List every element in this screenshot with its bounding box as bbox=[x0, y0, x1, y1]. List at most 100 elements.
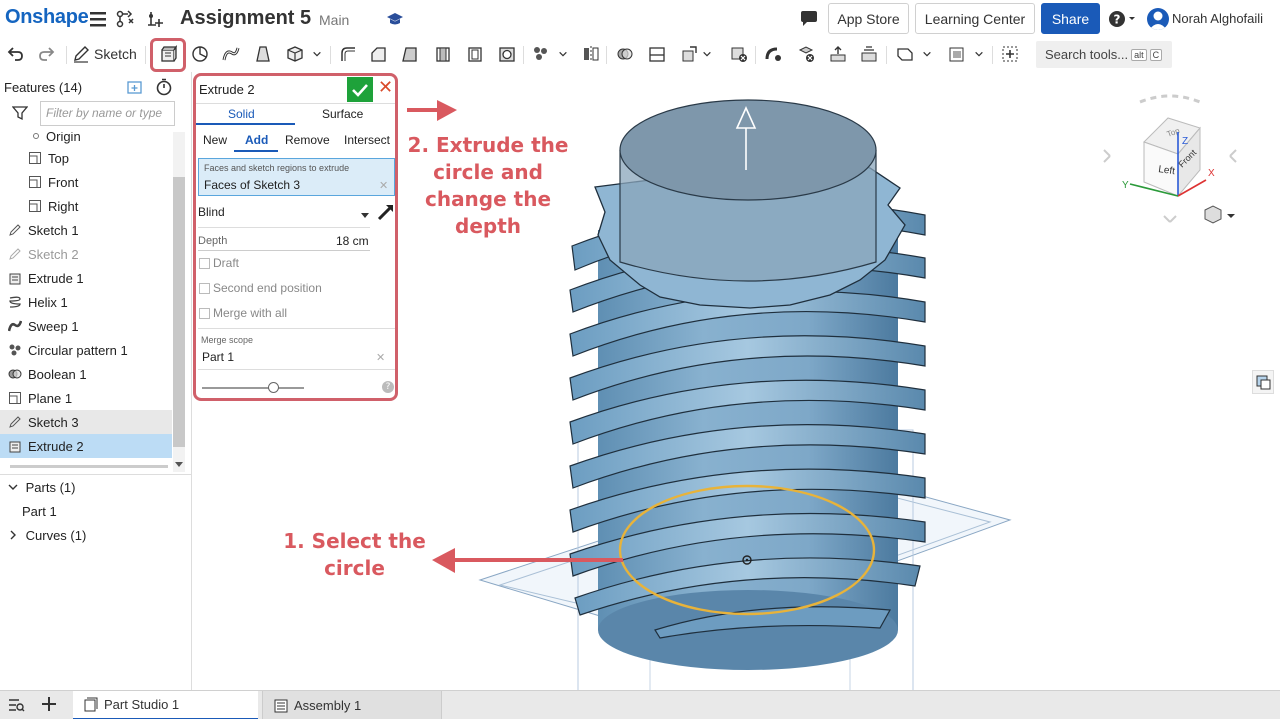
share-button[interactable]: Share bbox=[1041, 3, 1100, 34]
op-add[interactable]: Add bbox=[245, 133, 268, 147]
rib-icon[interactable] bbox=[432, 43, 454, 65]
app-store-button[interactable]: App Store bbox=[828, 3, 909, 34]
replace-face-icon[interactable] bbox=[858, 43, 880, 65]
filter-icon[interactable] bbox=[11, 105, 29, 124]
feature-item-sketch-3[interactable]: Sketch 3 bbox=[0, 410, 172, 434]
tab-solid[interactable]: Solid bbox=[228, 107, 255, 121]
help-icon[interactable]: ? bbox=[1106, 8, 1140, 30]
tab-surface[interactable]: Surface bbox=[322, 107, 363, 121]
add-tab-icon[interactable] bbox=[40, 695, 58, 716]
rollback-timer-icon[interactable] bbox=[155, 78, 173, 96]
transform-icon[interactable] bbox=[678, 43, 700, 65]
rollback-bar[interactable] bbox=[10, 465, 168, 468]
draft-icon[interactable] bbox=[399, 43, 421, 65]
search-tools-input[interactable]: Search tools... alt C bbox=[1036, 41, 1172, 68]
tab-part-studio-1[interactable]: Part Studio 1 bbox=[73, 691, 258, 719]
view-cube[interactable]: Left Front Top Z X Y bbox=[1100, 92, 1240, 262]
bottom-tab-bar: Part Studio 1 Assembly 1 bbox=[0, 690, 1280, 719]
end-type-select[interactable]: Blind bbox=[198, 205, 225, 219]
hole-icon[interactable] bbox=[496, 43, 518, 65]
clear-merge-scope-icon[interactable]: ✕ bbox=[376, 351, 385, 364]
hamburger-menu-icon[interactable] bbox=[88, 8, 110, 30]
flip-direction-icon[interactable] bbox=[376, 202, 396, 225]
feature-item-extrude-1[interactable]: Extrude 1 bbox=[0, 266, 172, 290]
merge-scope-field[interactable]: Merge scope Part 1 ✕ bbox=[198, 328, 395, 370]
feature-item-right[interactable]: Right bbox=[0, 194, 172, 218]
user-name[interactable]: Norah Alghofaili bbox=[1172, 11, 1263, 26]
modify-fillet-icon[interactable] bbox=[763, 43, 785, 65]
depth-field[interactable]: 18 cm bbox=[336, 234, 369, 248]
scroll-down-icon[interactable] bbox=[174, 458, 184, 472]
extrude-icon[interactable] bbox=[157, 43, 179, 65]
feature-item-top[interactable]: Top bbox=[0, 146, 172, 170]
clear-selection-icon[interactable]: ✕ bbox=[379, 179, 388, 192]
dialog-opacity-slider-thumb[interactable] bbox=[268, 382, 280, 393]
close-icon[interactable]: ✕ bbox=[378, 79, 393, 97]
chevron-down-icon[interactable] bbox=[972, 43, 986, 65]
comments-icon[interactable] bbox=[798, 8, 820, 30]
part-item[interactable]: Part 1 bbox=[22, 504, 57, 519]
op-intersect[interactable]: Intersect bbox=[344, 133, 390, 147]
delete-face-icon[interactable] bbox=[795, 43, 817, 65]
sketch-button[interactable]: Sketch bbox=[72, 43, 137, 65]
feature-item-plane-1[interactable]: Plane 1 bbox=[0, 386, 172, 410]
delete-part-icon[interactable] bbox=[728, 43, 750, 65]
sweep-icon[interactable] bbox=[220, 43, 242, 65]
chevron-down-icon[interactable] bbox=[700, 43, 714, 65]
mate-connector-icon[interactable] bbox=[946, 43, 968, 65]
add-custom-feature-icon[interactable] bbox=[999, 43, 1021, 65]
feature-item-sketch-1[interactable]: Sketch 1 bbox=[0, 218, 172, 242]
parts-section[interactable]: Parts (1) bbox=[8, 480, 75, 495]
boolean-icon[interactable] bbox=[614, 43, 636, 65]
chevron-down-icon[interactable] bbox=[556, 43, 570, 65]
op-new[interactable]: New bbox=[203, 133, 227, 147]
fillet-icon[interactable] bbox=[337, 43, 359, 65]
feature-item-sketch-2[interactable]: Sketch 2 bbox=[0, 242, 172, 266]
learning-center-button[interactable]: Learning Center bbox=[915, 3, 1035, 34]
curves-section[interactable]: Curves (1) bbox=[8, 528, 86, 543]
chevron-down-icon[interactable] bbox=[310, 43, 324, 65]
feature-list-scroll-thumb[interactable] bbox=[173, 177, 185, 447]
shell-icon[interactable] bbox=[464, 43, 486, 65]
tab-manager-icon[interactable] bbox=[7, 697, 25, 716]
revolve-icon[interactable] bbox=[189, 43, 211, 65]
insert-icon[interactable] bbox=[145, 8, 167, 30]
redo-icon[interactable] bbox=[36, 43, 58, 65]
thicken-icon[interactable] bbox=[284, 43, 306, 65]
move-face-icon[interactable] bbox=[827, 43, 849, 65]
plane-icon bbox=[28, 199, 42, 213]
faces-selection-field[interactable]: Faces and sketch regions to extrude Face… bbox=[198, 158, 395, 196]
op-remove[interactable]: Remove bbox=[285, 133, 330, 147]
branch-label[interactable]: Main bbox=[319, 12, 349, 28]
user-avatar[interactable] bbox=[1147, 8, 1169, 30]
plane-icon[interactable] bbox=[894, 43, 916, 65]
top-bar: Onshape Assignment 5 Main App Store Lear… bbox=[0, 0, 1280, 38]
onshape-logo[interactable]: Onshape bbox=[5, 6, 89, 29]
chamfer-icon[interactable] bbox=[367, 43, 389, 65]
feature-item-front[interactable]: Front bbox=[0, 170, 172, 194]
merge-all-checkbox[interactable] bbox=[199, 308, 210, 319]
mirror-icon[interactable] bbox=[580, 43, 602, 65]
pattern-icon[interactable] bbox=[530, 43, 552, 65]
feature-item-sweep-1[interactable]: Sweep 1 bbox=[0, 314, 172, 338]
loft-icon[interactable] bbox=[252, 43, 274, 65]
tab-assembly-1[interactable]: Assembly 1 bbox=[262, 691, 442, 719]
document-title[interactable]: Assignment 5 bbox=[180, 7, 311, 30]
version-graph-icon[interactable] bbox=[115, 8, 137, 30]
split-icon[interactable] bbox=[646, 43, 668, 65]
add-folder-icon[interactable] bbox=[126, 78, 144, 96]
help-icon[interactable]: ? bbox=[382, 381, 394, 393]
feature-item-extrude-2[interactable]: Extrude 2 bbox=[0, 434, 172, 458]
undo-icon[interactable] bbox=[4, 43, 26, 65]
dialog-opacity-slider-track[interactable] bbox=[202, 387, 304, 389]
accept-button[interactable] bbox=[347, 77, 373, 102]
feature-item-helix-1[interactable]: Helix 1 bbox=[0, 290, 172, 314]
feature-item-circular-pattern-1[interactable]: Circular pattern 1 bbox=[0, 338, 172, 362]
dropdown-caret-icon[interactable] bbox=[360, 209, 370, 223]
draft-checkbox[interactable] bbox=[199, 258, 210, 269]
appearance-panel-icon[interactable] bbox=[1252, 370, 1274, 394]
second-end-checkbox[interactable] bbox=[199, 283, 210, 294]
feature-filter-input[interactable]: Filter by name or type bbox=[40, 101, 175, 126]
feature-item-boolean-1[interactable]: Boolean 1 bbox=[0, 362, 172, 386]
chevron-down-icon[interactable] bbox=[920, 43, 934, 65]
